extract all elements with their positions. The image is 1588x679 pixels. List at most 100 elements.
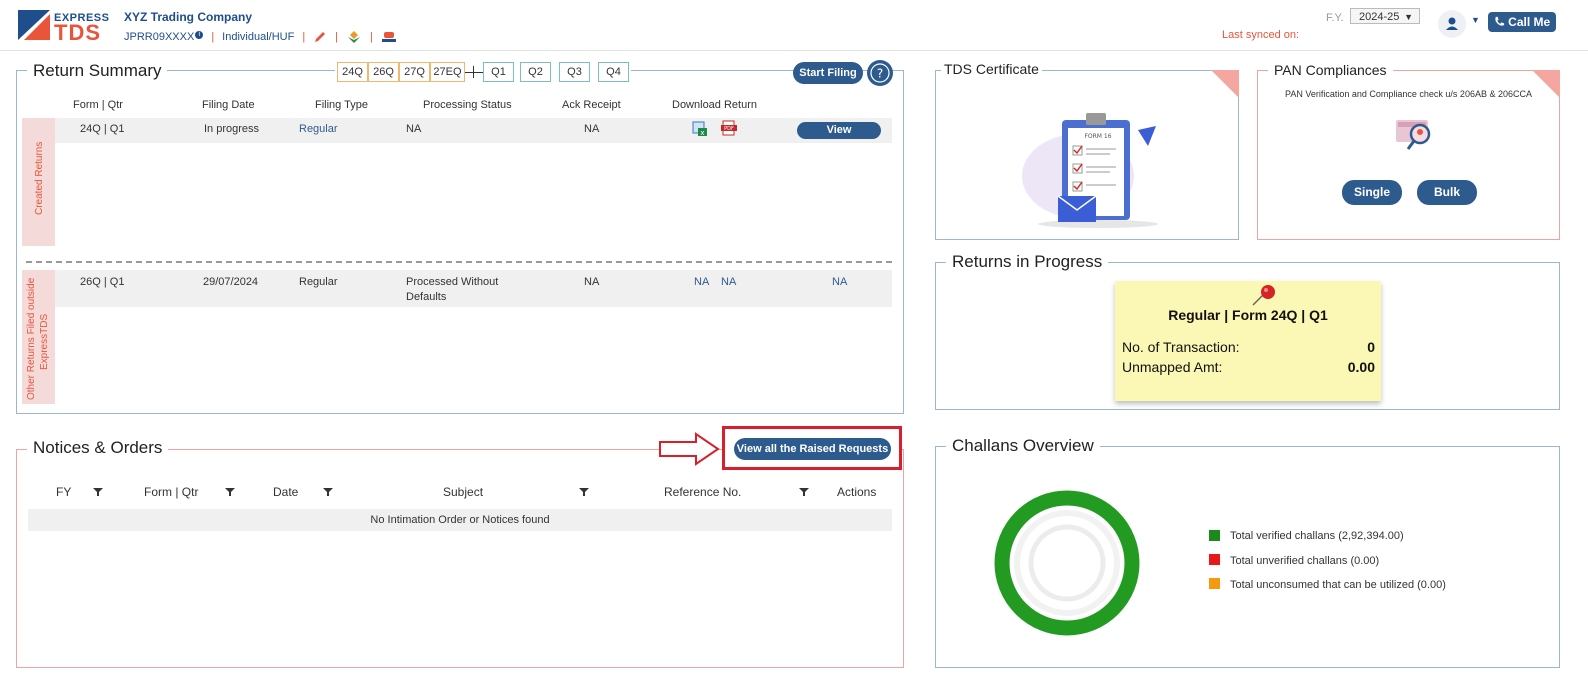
cell-filing-date: 29/07/2024	[203, 276, 259, 288]
filter-icon[interactable]	[323, 487, 333, 497]
cell-filing-type: Regular	[299, 123, 338, 135]
col-actions: Actions	[837, 485, 877, 499]
table-row[interactable]	[55, 118, 892, 143]
filter-icon[interactable]	[93, 487, 103, 497]
pdf-download-icon[interactable]: PDF	[721, 120, 737, 138]
divider: |	[302, 31, 306, 43]
col-filing-type: Filing Type	[315, 99, 368, 111]
col-reference-no: Reference No.	[664, 485, 742, 499]
cell-download-1: NA	[694, 276, 710, 288]
fy-select[interactable]: 2024-25 ▼	[1350, 8, 1420, 24]
chip-q2[interactable]: Q2	[520, 62, 551, 82]
bulk-button[interactable]: Bulk	[1417, 180, 1477, 205]
chip-q3[interactable]: Q3	[559, 62, 590, 82]
return-summary-title: Return Summary	[27, 61, 168, 81]
notices-orders-panel	[16, 449, 904, 668]
fy-label: F.Y.	[1326, 12, 1344, 24]
filter-icon[interactable]	[225, 487, 235, 497]
divider: |	[370, 31, 373, 43]
col-processing-status: Processing Status	[423, 99, 512, 111]
tds-certificate-title: TDS Certificate	[941, 61, 1042, 77]
svg-text:x: x	[700, 129, 704, 137]
corner-accent	[1211, 70, 1239, 98]
excel-download-icon[interactable]: x	[692, 121, 708, 137]
pan-verify-icon	[1396, 120, 1431, 150]
col-filing-date: Filing Date	[202, 99, 255, 111]
logo-icon	[18, 10, 50, 40]
transactions-label: No. of Transaction:	[1122, 339, 1240, 355]
chip-separator	[465, 65, 483, 78]
inner-ring	[1028, 524, 1106, 602]
fy-value: 2024-25	[1359, 11, 1400, 23]
company-subline: JPRR09XXXX i | Individual/HUF | | |	[124, 30, 397, 44]
legend-swatch-unverified	[1209, 554, 1220, 565]
divider: |	[335, 31, 339, 43]
cell-status-line2: Defaults	[406, 291, 447, 303]
chip-form-24q[interactable]: 24Q	[337, 62, 368, 82]
challans-donut-chart	[994, 490, 1140, 636]
edit-pencil-icon[interactable]	[313, 30, 327, 44]
pan-compliances-title: PAN Compliances	[1268, 62, 1393, 78]
col-ack-receipt: Ack Receipt	[562, 99, 621, 111]
return-card-title: Regular | Form 24Q | Q1	[1168, 307, 1328, 323]
svg-text:PDF: PDF	[724, 126, 734, 132]
unmapped-label: Unmapped Amt:	[1122, 359, 1223, 375]
pan-number: JPRR09XXXX i	[124, 31, 204, 43]
cell-action: NA	[832, 276, 848, 288]
cell-ack: NA	[584, 123, 600, 135]
cell-filing-date: In progress	[204, 123, 260, 135]
chip-q4[interactable]: Q4	[598, 62, 629, 82]
other-returns-label-1: Other Returns Filed outside	[26, 277, 37, 400]
help-button[interactable]: ?	[867, 60, 893, 86]
info-icon[interactable]: i	[195, 31, 204, 39]
company-name: XYZ Trading Company	[124, 10, 253, 24]
col-form-qtr: Form | Qtr	[73, 99, 123, 111]
cell-status: Processed Without	[406, 276, 499, 288]
legend-swatch-verified	[1209, 530, 1220, 541]
chip-q1[interactable]: Q1	[483, 62, 514, 82]
section-divider	[26, 261, 892, 263]
last-synced: Last synced on:	[1222, 29, 1300, 41]
user-avatar-button[interactable]	[1438, 10, 1466, 38]
view-all-requests-button[interactable]: View all the Raised Requests	[734, 438, 891, 460]
cell-download-2: NA	[721, 276, 737, 288]
divider: |	[211, 31, 215, 43]
chip-form-27q[interactable]: 27Q	[399, 62, 430, 82]
single-button[interactable]: Single	[1342, 180, 1402, 205]
phone-icon	[1495, 16, 1504, 26]
user-menu-caret-icon[interactable]: ▼	[1471, 15, 1480, 25]
cell-form-qtr: 26Q | Q1	[80, 276, 125, 288]
view-return-button[interactable]: View	[797, 122, 881, 139]
call-me-button[interactable]: Call Me	[1488, 12, 1556, 32]
cell-form-qtr: 24Q | Q1	[80, 123, 125, 135]
call-me-label: Call Me	[1508, 15, 1551, 29]
challans-overview-title: Challans Overview	[946, 436, 1100, 456]
express-tds-logo[interactable]: EXPRESS TDS	[18, 8, 118, 44]
logo-text-bottom: TDS	[54, 20, 101, 45]
emblem-icon[interactable]	[346, 30, 362, 44]
created-returns-label: Created Returns	[34, 141, 45, 215]
col-subject: Subject	[443, 485, 484, 499]
col-fy: FY	[56, 485, 72, 499]
verified-ring[interactable]	[994, 490, 1140, 636]
form-quarter-chips: 24Q 26Q 27Q 27EQ Q1 Q2 Q3 Q4	[335, 62, 631, 82]
illustration-text: FORM 16	[1084, 133, 1111, 140]
help-icon: ?	[870, 63, 890, 83]
chevron-down-icon: ▼	[1404, 12, 1413, 22]
traces-icon[interactable]	[381, 30, 397, 44]
start-filing-button[interactable]: Start Filing	[793, 62, 863, 84]
cell-status: NA	[406, 123, 422, 135]
empty-message: No Intimation Order or Notices found	[370, 514, 550, 526]
filter-icon[interactable]	[579, 487, 589, 497]
pan-text: JPRR09XXXX	[124, 31, 195, 43]
filter-icon[interactable]	[799, 487, 809, 497]
svg-text:?: ?	[877, 67, 883, 81]
chip-form-26q[interactable]: 26Q	[368, 62, 399, 82]
chip-form-27eq[interactable]: 27EQ	[430, 62, 465, 82]
pin-icon	[1252, 285, 1275, 306]
notices-orders-title: Notices & Orders	[27, 438, 169, 458]
form16-illustration: FORM 16	[1018, 108, 1168, 232]
pan-compliances-description: PAN Verification and Compliance check u/…	[1285, 89, 1532, 99]
cell-ack: NA	[584, 276, 600, 288]
legend-swatch-unconsumed	[1209, 578, 1220, 589]
